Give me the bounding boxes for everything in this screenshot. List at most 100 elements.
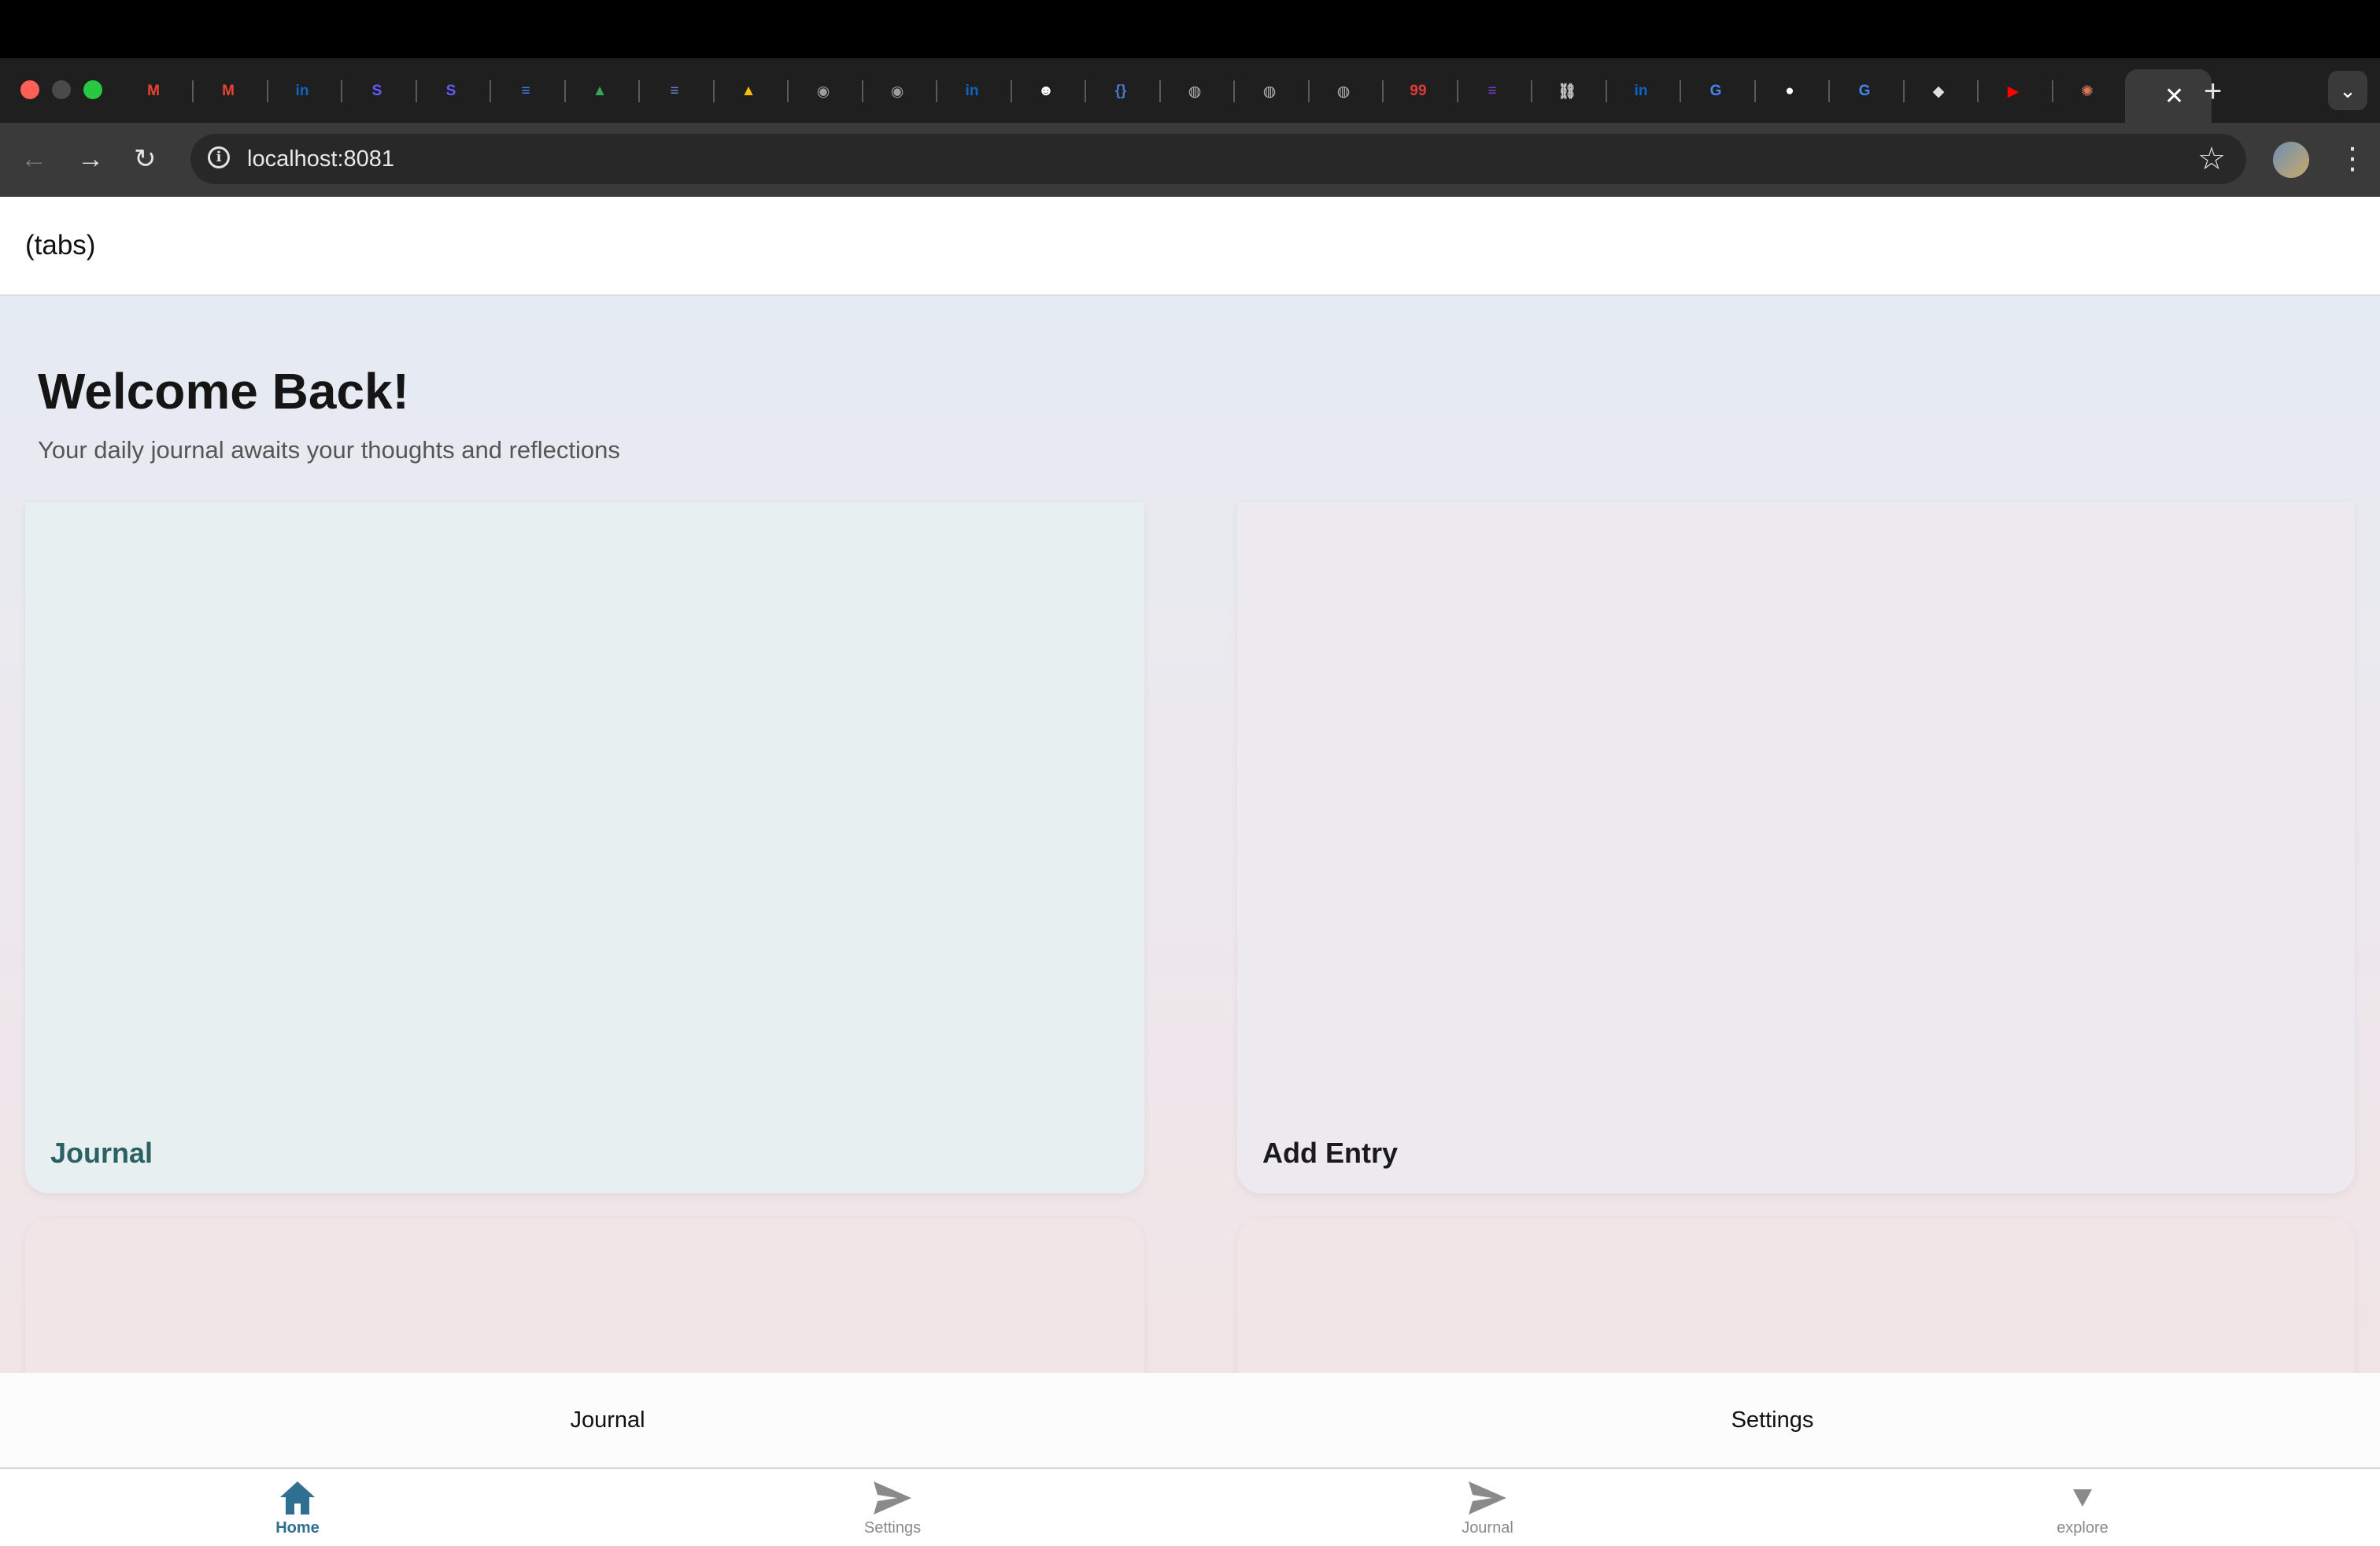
bottom-nav-explore[interactable]: explore: [1964, 1469, 2201, 1546]
tab-separator: [1159, 80, 1161, 102]
home-icon: [280, 1481, 315, 1515]
chrome-icon: ◉: [816, 83, 830, 100]
bottom-nav-explore-label: explore: [2057, 1519, 2108, 1537]
tab-separator: [1531, 80, 1532, 102]
card-3[interactable]: [25, 1219, 1144, 1373]
tab-separator: [564, 80, 566, 102]
app-header: (tabs): [0, 197, 2380, 296]
tab-separator: [787, 80, 789, 102]
link-icon: ⛓: [1557, 83, 1577, 100]
browser-tab[interactable]: ≡: [647, 68, 718, 115]
window-close-button[interactable]: [20, 80, 39, 99]
browser-tab[interactable]: ✺: [2060, 68, 2131, 115]
profile-avatar[interactable]: [2273, 142, 2309, 178]
browser-tab[interactable]: M: [201, 68, 272, 115]
tab-separator: [1828, 80, 1830, 102]
browser-tab[interactable]: ◆: [1911, 68, 1982, 115]
docs-icon: ≡: [521, 83, 530, 99]
tab-separator: [1754, 80, 1756, 102]
browser-tab[interactable]: S: [423, 68, 494, 115]
address-bar[interactable]: i localhost:8081 ☆: [190, 134, 2246, 184]
bottom-nav-home[interactable]: Home: [179, 1469, 416, 1546]
browser-tab[interactable]: ◍: [1316, 68, 1387, 115]
bottom-nav-settings-label: Settings: [863, 1519, 922, 1537]
browser-tab[interactable]: {}: [1093, 68, 1164, 115]
browser-tab[interactable]: ≡: [1465, 68, 1536, 115]
journal-card[interactable]: Journal: [25, 502, 1144, 1193]
list-icon: ≡: [1488, 83, 1497, 99]
browser-tab[interactable]: ◉: [796, 68, 867, 115]
browser-tab[interactable]: ●: [1762, 68, 1833, 115]
browser-tab[interactable]: ▶: [1986, 68, 2057, 115]
add-entry-card[interactable]: Add Entry: [1237, 502, 2355, 1193]
linkedin-icon: in: [295, 83, 309, 99]
browser-tab[interactable]: ◉: [870, 68, 941, 115]
code-braces-icon: {}: [1114, 83, 1127, 99]
tab-separator: [713, 80, 715, 102]
badge-99-icon: 99: [1410, 83, 1427, 99]
puzzle-icon: ◆: [1932, 83, 1945, 100]
forward-button[interactable]: →: [77, 142, 104, 176]
card-4[interactable]: [1237, 1219, 2355, 1373]
window-maximize-button[interactable]: [83, 80, 102, 99]
new-tab-button[interactable]: +: [2204, 72, 2222, 110]
bottom-nav-journal[interactable]: Journal: [1369, 1469, 1606, 1546]
browser-tab[interactable]: ▲: [572, 68, 643, 115]
journal-card-label: Journal: [50, 1137, 153, 1169]
gmail-icon: M: [222, 83, 235, 99]
tab-separator: [1977, 80, 1979, 102]
browser-tab[interactable]: S: [349, 68, 420, 115]
add-entry-card-label: Add Entry: [1262, 1137, 1399, 1169]
browser-tab[interactable]: ≡: [498, 68, 569, 115]
tab-separator: [490, 80, 491, 102]
browser-tab[interactable]: ☻: [1018, 68, 1089, 115]
browser-tab[interactable]: G: [1688, 68, 1759, 115]
tab-separator: [1085, 80, 1086, 102]
browser-tab[interactable]: G: [1837, 68, 1908, 115]
welcome-heading: Welcome Back!: [38, 363, 409, 420]
browser-tab[interactable]: ◍: [1167, 68, 1238, 115]
browser-tab[interactable]: in: [944, 68, 1015, 115]
tab-separator: [1308, 80, 1310, 102]
back-button[interactable]: ←: [20, 142, 47, 176]
tab-separator: [341, 80, 342, 102]
active-browser-tab[interactable]: ✕: [2125, 69, 2212, 123]
tab-separator: [1233, 80, 1235, 102]
browser-menu-icon[interactable]: ⋮: [2338, 140, 2367, 178]
welcome-subtitle: Your daily journal awaits your thoughts …: [38, 436, 620, 464]
tab-journal[interactable]: Journal: [0, 1373, 1215, 1467]
github-icon: ●: [1785, 83, 1794, 99]
tab-separator: [1382, 80, 1384, 102]
tab-separator: [862, 80, 863, 102]
drive-icon: ▲: [592, 83, 608, 99]
browser-tab[interactable]: ⛓: [1539, 68, 1610, 115]
tab-separator: [2052, 80, 2053, 102]
triangle-down-icon: [2073, 1489, 2092, 1507]
send-icon: [1469, 1481, 1506, 1515]
browser-tab[interactable]: M: [126, 68, 197, 115]
tab-settings[interactable]: Settings: [1190, 1373, 2355, 1467]
browser-tab[interactable]: ▲: [721, 68, 792, 115]
linkedin-icon: in: [965, 83, 979, 99]
reload-button[interactable]: ↻: [134, 142, 157, 176]
bottom-nav-settings[interactable]: Settings: [774, 1469, 1011, 1546]
bottom-nav-home-label: Home: [275, 1519, 320, 1537]
tab-search-menu-button[interactable]: ⌄: [2328, 71, 2367, 110]
bottom-nav-journal-label: Journal: [1462, 1519, 1513, 1537]
bookmark-star-icon[interactable]: ☆: [2197, 140, 2226, 178]
browser-tab[interactable]: in: [275, 68, 346, 115]
close-tab-icon[interactable]: ✕: [2164, 83, 2184, 110]
linkedin-icon: in: [1634, 83, 1648, 99]
os-menu-bar: [0, 0, 2380, 58]
address-bar-url[interactable]: localhost:8081: [247, 145, 394, 173]
stripe-s-icon: S: [445, 83, 456, 99]
browser-tab[interactable]: ◍: [1242, 68, 1313, 115]
tab-separator: [1903, 80, 1905, 102]
site-info-icon[interactable]: i: [208, 146, 230, 168]
globe-icon: ◍: [1336, 83, 1351, 100]
browser-tab[interactable]: in: [1613, 68, 1684, 115]
google-icon: G: [1858, 83, 1871, 99]
list-icon: ≡: [670, 83, 679, 99]
browser-tab[interactable]: 99: [1391, 68, 1462, 115]
window-minimize-button[interactable]: [52, 80, 71, 99]
